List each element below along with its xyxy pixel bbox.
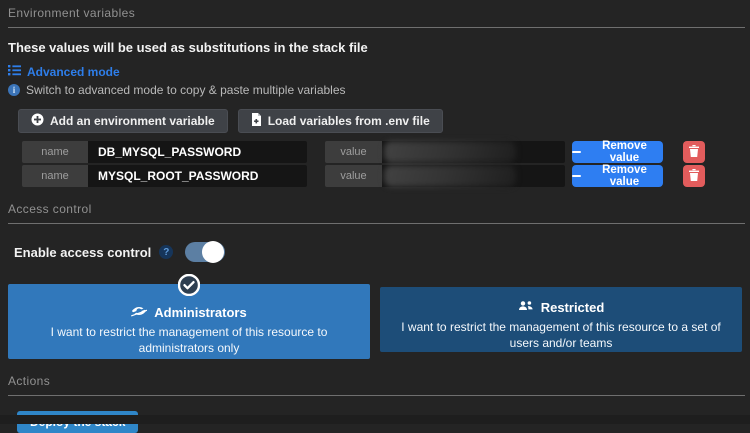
access-section-title: Access control (8, 202, 745, 224)
file-icon (251, 113, 262, 129)
trash-icon (689, 169, 699, 184)
eye-slash-icon (131, 305, 147, 320)
remove-value-button[interactable]: Remove value (572, 141, 663, 163)
bottom-edge-strip (0, 415, 750, 424)
question-icon[interactable]: ? (159, 245, 173, 259)
value-addon-label: value (325, 165, 382, 187)
add-env-variable-button[interactable]: Add an environment variable (18, 109, 228, 133)
option-title-row: Restricted (394, 300, 728, 315)
env-variable-row: name value Remove value (22, 141, 750, 163)
advanced-mode-label: Advanced mode (27, 65, 120, 79)
delete-variable-button[interactable] (683, 141, 705, 163)
access-control-toggle[interactable] (185, 242, 225, 262)
option-title: Restricted (541, 300, 605, 315)
name-input[interactable] (88, 141, 307, 163)
load-env-file-button[interactable]: Load variables from .env file (238, 109, 443, 133)
advanced-mode-hint: i Switch to advanced mode to copy & past… (8, 83, 742, 97)
add-env-variable-label: Add an environment variable (50, 114, 215, 128)
option-title-row: Administrators (22, 305, 356, 320)
env-subtitle: These values will be used as substitutio… (8, 40, 742, 55)
info-icon: i (8, 84, 20, 96)
option-title: Administrators (154, 305, 246, 320)
advanced-mode-link[interactable]: Advanced mode (8, 64, 120, 79)
load-env-file-label: Load variables from .env file (268, 114, 430, 128)
name-addon-label: name (22, 141, 88, 163)
option-administrators[interactable]: Administrators I want to restrict the ma… (8, 284, 370, 359)
env-section-title: Environment variables (8, 0, 745, 28)
value-addon-label: value (325, 141, 382, 163)
enable-access-control-row: Enable access control ? (14, 241, 742, 263)
value-input[interactable] (382, 141, 565, 163)
delete-variable-button[interactable] (683, 165, 705, 187)
remove-value-label: Remove value (586, 140, 663, 164)
trash-icon (689, 145, 699, 160)
toggle-knob (202, 241, 224, 263)
option-description: I want to restrict the management of thi… (394, 320, 728, 351)
list-icon (8, 64, 21, 79)
minus-icon (572, 175, 581, 177)
env-buttons-row: Add an environment variable Load variabl… (18, 109, 750, 133)
access-option-boxes: Administrators I want to restrict the ma… (8, 284, 742, 359)
users-icon (518, 300, 534, 315)
env-variable-row: name value Remove value (22, 165, 750, 187)
option-description: I want to restrict the management of thi… (22, 325, 356, 356)
enable-access-control-label: Enable access control (14, 245, 151, 260)
check-circle-icon (178, 274, 200, 301)
value-input[interactable] (382, 165, 565, 187)
plus-circle-icon (31, 113, 44, 129)
advanced-mode-hint-text: Switch to advanced mode to copy & paste … (26, 83, 346, 97)
remove-value-button[interactable]: Remove value (572, 165, 663, 187)
stack-create-form: Environment variables These values will … (0, 0, 750, 424)
name-addon-label: name (22, 165, 88, 187)
minus-icon (572, 151, 581, 153)
option-restricted[interactable]: Restricted I want to restrict the manage… (380, 287, 742, 352)
actions-section-title: Actions (8, 374, 745, 396)
env-variable-list: name value Remove value (22, 141, 750, 187)
remove-value-label: Remove value (586, 164, 663, 188)
name-input[interactable] (88, 165, 307, 187)
